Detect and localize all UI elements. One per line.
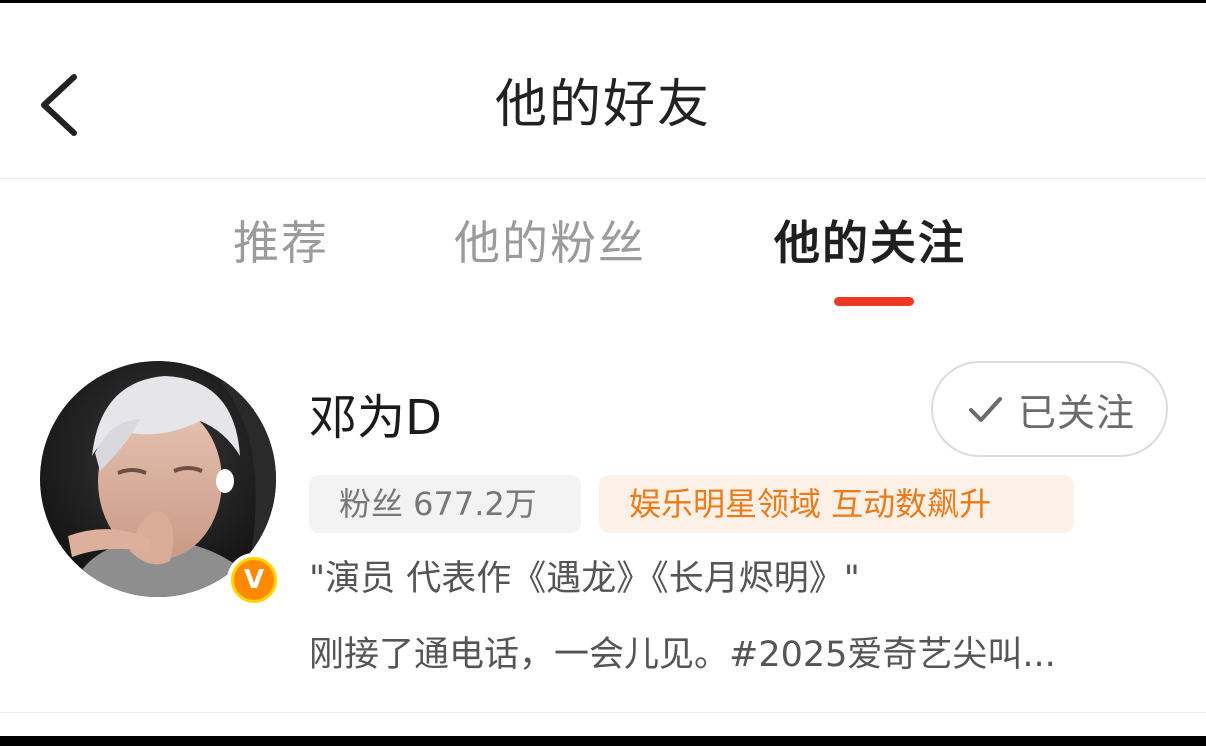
app-screen: 他的好友 推荐 他的粉丝 他的关注 V 邓为D 已关注 粉丝 677.2万 娱乐… (0, 0, 1206, 746)
following-button[interactable]: 已关注 (931, 361, 1168, 457)
verified-badge: V (227, 553, 281, 607)
tab-bar: 推荐 他的粉丝 他的关注 (0, 205, 1206, 315)
verified-v-icon: V (234, 560, 274, 600)
latest-post-preview[interactable]: 刚接了通电话，一会儿见。#2025爱奇艺尖叫... (309, 631, 1154, 679)
check-icon (968, 397, 1002, 422)
tab-his-fans[interactable]: 他的粉丝 (454, 205, 646, 281)
user-list-item[interactable]: V 邓为D 已关注 粉丝 677.2万 娱乐明星领域 互动数飙升 "演员 代表作… (0, 355, 1206, 710)
user-bio: "演员 代表作《遇龙》《长月烬明》" (309, 559, 860, 599)
fans-count-tag: 粉丝 677.2万 (309, 475, 581, 533)
bottom-edge (0, 736, 1206, 746)
active-tab-indicator (834, 297, 914, 306)
avatar[interactable]: V (40, 361, 281, 607)
tab-recommend[interactable]: 推荐 (233, 205, 329, 281)
following-button-label: 已关注 (1017, 390, 1135, 435)
list-divider (0, 712, 1206, 713)
tab-his-following[interactable]: 他的关注 (774, 205, 966, 281)
trending-tag[interactable]: 娱乐明星领域 互动数飙升 (599, 475, 1074, 533)
header: 他的好友 (0, 3, 1206, 179)
user-name[interactable]: 邓为D (309, 387, 442, 449)
page-title: 他的好友 (494, 75, 711, 135)
